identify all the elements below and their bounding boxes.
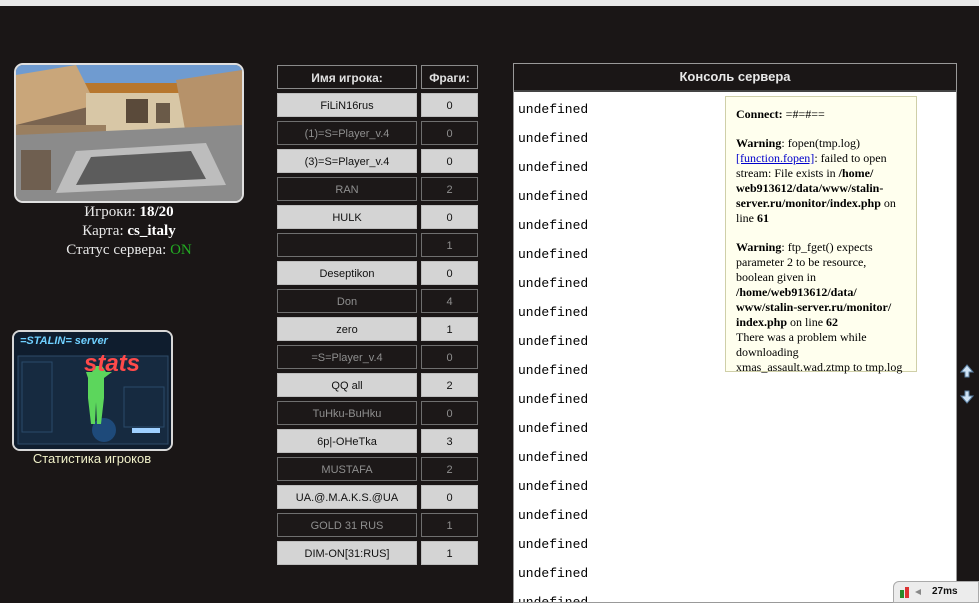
player-name-cell: Don [277,289,417,313]
player-name-cell: FiLiN16rus [277,93,417,117]
console-line: undefined [518,363,589,378]
player-name-cell: MUSTAFA [277,457,417,481]
console-line: undefined [518,218,589,233]
download-problem-text: There was a problem while downloading xm… [736,330,903,374]
players-count: Игроки: 18/20 [14,204,244,221]
scroll-up-arrow-icon[interactable] [960,364,974,378]
player-name-cell: UA.@.M.A.K.S.@UA [277,485,417,509]
player-frags-cell: 0 [421,149,478,173]
map-name: Карта: cs_italy [14,223,244,240]
player-name-cell: RAN [277,177,417,201]
scroll-down-arrow-icon[interactable] [960,390,974,404]
player-name-cell: DIM-ON[31:RUS] [277,541,417,565]
warning-2-line: 62 [826,315,839,329]
player-name-cell: Deseptikon [277,261,417,285]
player-frags-cell: 0 [421,401,478,425]
player-stats-link[interactable]: Статистика игроков [12,451,172,466]
console-line: undefined [518,479,589,494]
player-frags-cell: 0 [421,261,478,285]
map-value: cs_italy [127,223,176,239]
warning-1-line: 61 [757,211,769,225]
console-line: undefined [518,392,589,407]
player-frags-cell: 0 [421,345,478,369]
warning-2-line-label: on line [790,315,824,329]
connect-label: Connect: [736,107,783,121]
player-name-cell: 6p|-OHeTka [277,429,417,453]
player-frags-cell: 4 [421,289,478,313]
player-frags-cell: 0 [421,93,478,117]
player-frags-cell: 2 [421,177,478,201]
player-name-cell: zero [277,317,417,341]
player-frags-cell: 3 [421,429,478,453]
map-label: Карта: [82,223,124,239]
console-line: undefined [518,566,589,581]
player-name-cell: =S=Player_v.4 [277,345,417,369]
server-status: Статус сервера: ON [14,242,244,259]
player-name-cell: GOLD 31 RUS [277,513,417,537]
console-line: undefined [518,160,589,175]
player-frags-cell: 0 [421,485,478,509]
top-border [0,0,979,6]
stats-banner[interactable]: =STALIN= server stats [12,330,173,451]
player-name-cell [277,233,417,257]
console-line: undefined [518,595,589,603]
console-line: undefined [518,131,589,146]
stats-banner-word: stats [84,350,141,377]
console-line: undefined [518,247,589,262]
error-message-box: Connect: =#=#== Warning: fopen(tmp.log) … [725,96,917,374]
player-frags-cell: 1 [421,233,478,257]
player-frags-cell: 0 [421,121,478,145]
tray-widget[interactable]: 27ms [893,581,979,603]
player-name-cell: HULK [277,205,417,229]
console-line: undefined [518,305,589,320]
warning-1-text: : fopen(tmp.log) [781,136,861,150]
connect-value: =#=#== [785,107,825,121]
player-frags-cell: 2 [421,457,478,481]
console-line: undefined [518,508,589,523]
console-line: undefined [518,102,589,117]
console-line: undefined [518,189,589,204]
player-frags-cell: 1 [421,317,478,341]
player-name-cell: TuHku-BuHku [277,401,417,425]
tray-app-icon [900,587,909,598]
tray-arrow-icon [915,589,921,595]
console-line: undefined [518,537,589,552]
warning-2-label: Warning [736,240,782,254]
players-value: 18/20 [139,204,174,220]
console-line: undefined [518,450,589,465]
player-name-cell: (3)=S=Player_v.4 [277,149,417,173]
player-frags-cell: 0 [421,205,478,229]
player-frags-cell: 1 [421,513,478,537]
function-fopen-link[interactable]: [function.fopen] [736,151,814,165]
warning-1-label: Warning [736,136,782,150]
players-label: Игроки: [84,204,136,220]
player-name-cell: (1)=S=Player_v.4 [277,121,417,145]
player-frags-cell: 2 [421,373,478,397]
player-name-header: Имя игрока: [277,65,417,89]
status-label: Статус сервера: [66,242,167,258]
map-thumbnail [14,63,244,203]
player-name-cell: QQ all [277,373,417,397]
stats-banner-title: =STALIN= server [20,335,108,347]
ping-readout: 27ms [932,586,958,597]
console-line: undefined [518,421,589,436]
console-line: undefined [518,276,589,291]
frags-header: Фраги: [421,65,478,89]
console-line: undefined [518,334,589,349]
player-frags-cell: 1 [421,541,478,565]
console-title: Консоль сервера [514,64,956,92]
status-value: ON [170,242,192,258]
